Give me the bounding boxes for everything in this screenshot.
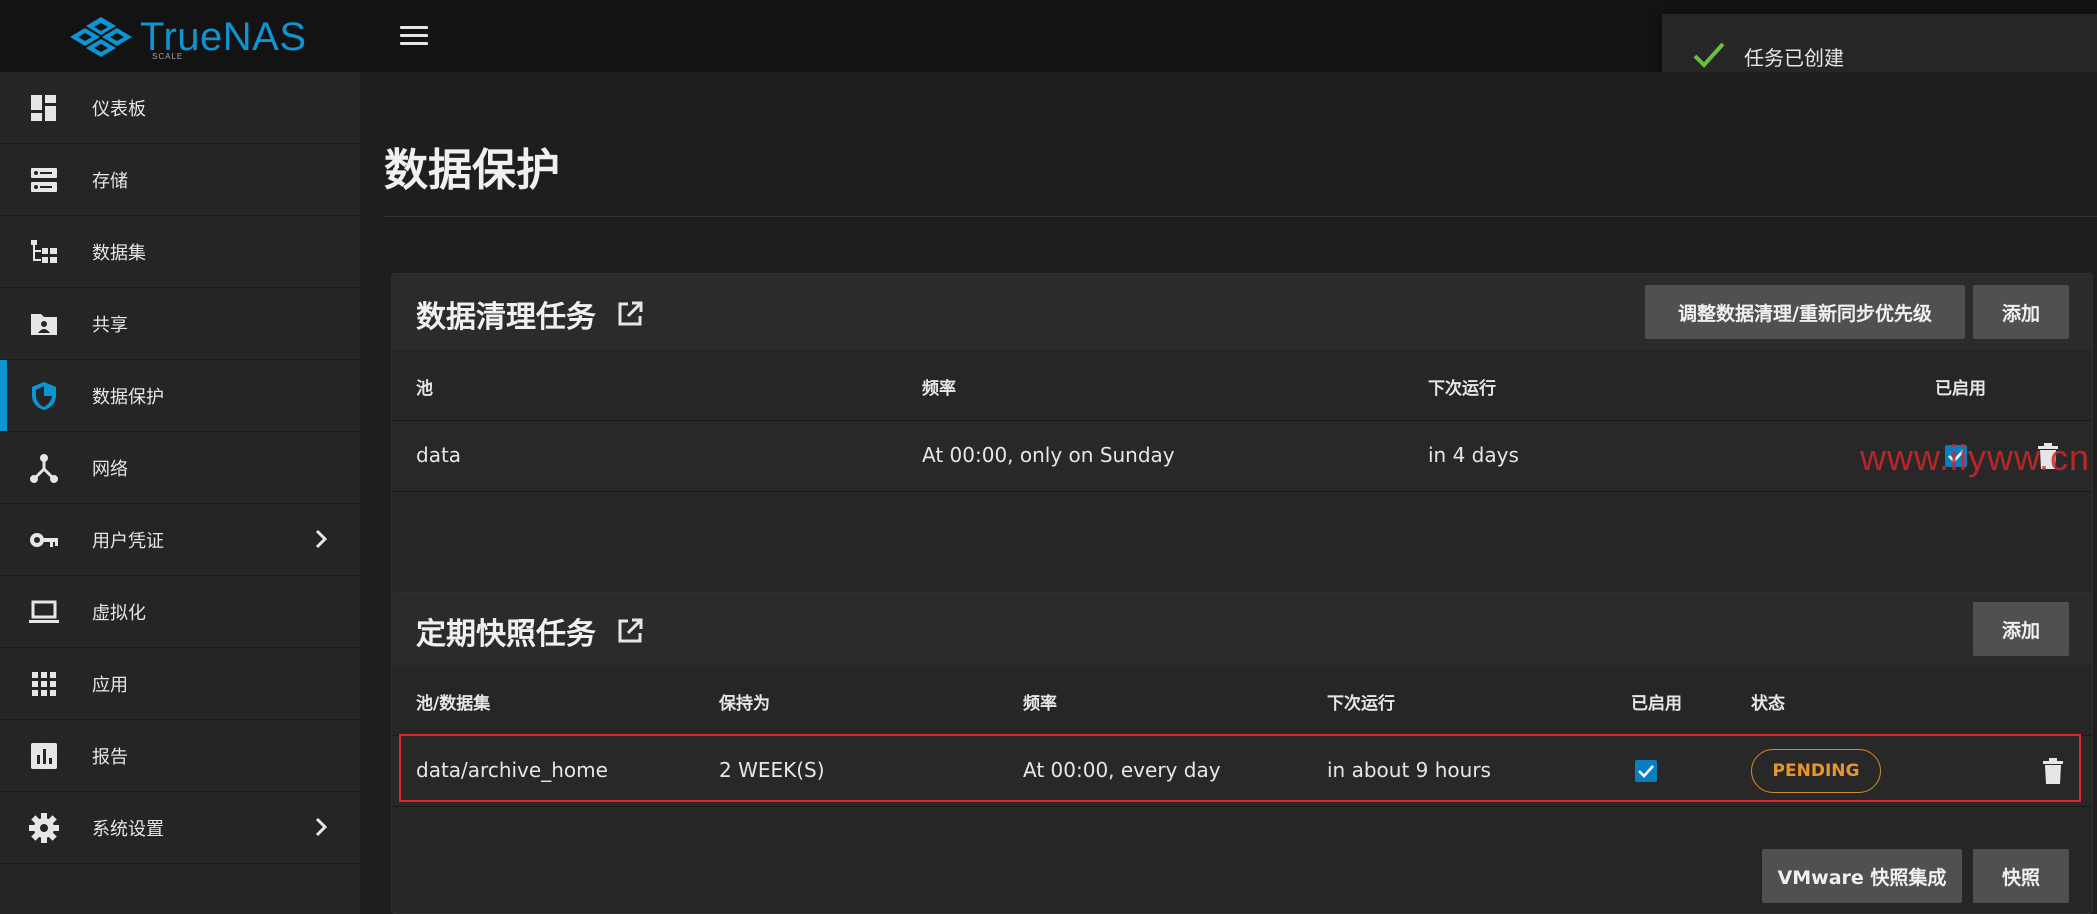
network-icon	[30, 454, 58, 483]
gear-icon	[29, 813, 59, 843]
scrub-priority-button[interactable]: 调整数据清理/重新同步优先级	[1645, 285, 1965, 339]
chevron-right-icon	[315, 529, 328, 549]
storage-icon	[31, 168, 57, 192]
column-header: 已启用	[1935, 379, 1986, 399]
pool-cell: data	[416, 443, 462, 467]
chevron-right-icon	[315, 817, 328, 837]
reports-icon	[31, 743, 57, 769]
scrub-tasks-card: 数据清理任务 调整数据清理/重新同步优先级 添加 池 频率 下次运行 已启用 d…	[391, 273, 2093, 640]
column-header: 池	[416, 379, 433, 399]
shield-icon	[32, 382, 56, 410]
next-run-cell: in 4 days	[1428, 443, 1519, 467]
sidebar-item-credentials[interactable]: 用户凭证	[0, 504, 360, 576]
logo-text: TrueNAS	[140, 15, 307, 59]
sidebar-item-label: 虚拟化	[92, 602, 146, 624]
divider	[384, 216, 2097, 217]
sidebar-item-label: 共享	[92, 314, 128, 336]
column-header: 频率	[1023, 694, 1057, 714]
table-row[interactable]: data At 00:00, only on Sunday in 4 days	[392, 421, 2092, 492]
main-content: 数据保护 数据清理任务 调整数据清理/重新同步优先级 添加 池 频率 下次运行 …	[360, 72, 2097, 914]
open-in-new-icon[interactable]	[616, 617, 644, 645]
column-header: 状态	[1751, 694, 1785, 714]
sidebar-item-data-protection[interactable]: 数据保护	[0, 360, 360, 432]
column-header: 池/数据集	[416, 694, 491, 714]
open-in-new-icon[interactable]	[616, 300, 644, 328]
datasets-icon	[31, 240, 57, 263]
key-icon	[30, 533, 58, 547]
column-header: 保持为	[719, 694, 770, 714]
apps-grid-icon	[32, 672, 56, 696]
checkmark-icon	[1693, 42, 1725, 68]
sidebar-item-label: 系统设置	[92, 818, 164, 840]
snapshots-button[interactable]: 快照	[1973, 849, 2069, 903]
add-scrub-task-button[interactable]: 添加	[1973, 285, 2069, 339]
sidebar-item-label: 用户凭证	[92, 530, 164, 552]
dashboard-icon	[31, 95, 56, 121]
snapshot-tasks-card: 定期快照任务 添加 池/数据集 保持为 频率 下次运行 已启用 状态 data/…	[391, 592, 2093, 914]
column-header: 已启用	[1631, 694, 1682, 714]
truenas-logo[interactable]: TrueNAS SCALE	[70, 12, 307, 62]
column-header: 下次运行	[1428, 379, 1496, 399]
sidebar-item-label: 报告	[92, 746, 128, 768]
row-highlight-box	[399, 734, 2081, 802]
frequency-cell: At 00:00, only on Sunday	[922, 443, 1175, 467]
sidebar-item-reports[interactable]: 报告	[0, 720, 360, 792]
add-snapshot-task-button[interactable]: 添加	[1973, 602, 2069, 656]
card-header: 数据清理任务 调整数据清理/重新同步优先级 添加	[392, 274, 2092, 351]
card-header: 定期快照任务 添加	[392, 593, 2092, 666]
watermark: www.iiyww.cn	[1860, 437, 2091, 478]
sidebar-item-datasets[interactable]: 数据集	[0, 216, 360, 288]
sidebar-item-label: 仪表板	[92, 98, 146, 120]
sidebar-item-network[interactable]: 网络	[0, 432, 360, 504]
sidebar-item-dashboard[interactable]: 仪表板	[0, 72, 360, 144]
sidebar-item-label: 网络	[92, 458, 128, 480]
column-header: 下次运行	[1327, 694, 1395, 714]
sidebar-item-label: 数据保护	[92, 386, 164, 408]
card-title: 数据清理任务	[416, 300, 596, 335]
shares-icon	[31, 314, 57, 335]
page-title: 数据保护	[384, 145, 560, 196]
card-title: 定期快照任务	[416, 617, 596, 652]
sidebar-item-label: 应用	[92, 674, 128, 696]
sidebar-item-storage[interactable]: 存储	[0, 144, 360, 216]
toast-message: 任务已创建	[1744, 46, 1844, 70]
laptop-icon	[29, 600, 59, 623]
sidebar: 仪表板 存储 数据集 共享 数据保护 网络 用户凭证 虚拟化 应用 报告 系统设…	[0, 72, 360, 914]
sidebar-item-virtualization[interactable]: 虚拟化	[0, 576, 360, 648]
truenas-logo-icon	[70, 17, 132, 57]
menu-toggle-icon[interactable]	[400, 26, 428, 46]
sidebar-item-apps[interactable]: 应用	[0, 648, 360, 720]
sidebar-item-system-settings[interactable]: 系统设置	[0, 792, 360, 864]
column-header: 频率	[922, 379, 956, 399]
sidebar-item-shares[interactable]: 共享	[0, 288, 360, 360]
sidebar-item-label: 数据集	[92, 242, 146, 264]
table-header: 池/数据集 保持为 频率 下次运行 已启用 状态	[392, 665, 2092, 736]
table-header: 池 频率 下次运行 已启用	[392, 350, 2092, 421]
vmware-snapshot-integration-button[interactable]: VMware 快照集成	[1762, 849, 1962, 903]
logo-subtitle: SCALE	[152, 52, 184, 61]
sidebar-item-label: 存储	[92, 170, 128, 192]
